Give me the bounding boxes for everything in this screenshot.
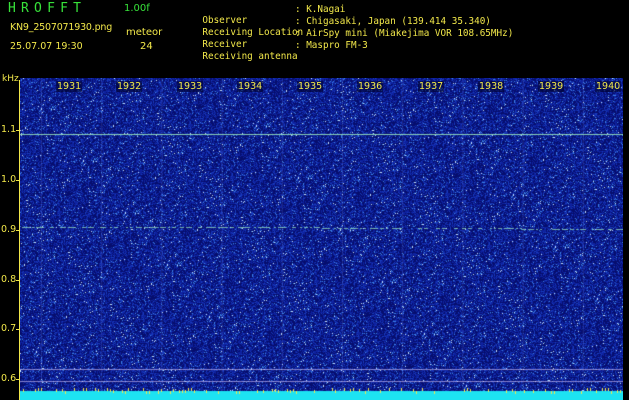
time-tick-label: 1936 xyxy=(357,81,384,92)
y-tick xyxy=(16,329,20,330)
y-tick-label: 0.6 xyxy=(1,373,17,384)
y-tick xyxy=(16,379,20,380)
header-panel: HROFFT 1.00f KN9_2507071930.png meteor 2… xyxy=(0,0,629,78)
y-tick xyxy=(16,130,20,131)
y-tick-label: 1.1 xyxy=(1,124,17,135)
spectrogram-noise xyxy=(20,78,623,400)
time-tick-label: 1932 xyxy=(116,81,143,92)
y-tick xyxy=(16,280,20,281)
time-tick-label: 1939 xyxy=(538,81,565,92)
time-tick-label: 1937 xyxy=(418,81,445,92)
time-tick-label: 1935 xyxy=(297,81,324,92)
spectrogram-plot xyxy=(20,78,623,400)
info-value: : Chigasaki, Japan (139.414 35.340) xyxy=(295,16,491,27)
filename-label: KN9_2507071930.png xyxy=(10,22,113,33)
info-value: : K.Nagai xyxy=(295,4,346,15)
time-tick-label: 1934 xyxy=(237,81,264,92)
y-tick-label: 0.8 xyxy=(1,274,17,285)
y-tick xyxy=(16,230,20,231)
time-tick-label: 1931 xyxy=(56,81,83,92)
y-axis-unit: kHz xyxy=(2,74,19,84)
meteor-label: meteor xyxy=(126,27,163,38)
time-tick-label: 1940 xyxy=(595,81,622,92)
info-value: : Maspro FM-3 xyxy=(295,40,368,51)
y-tick-label: 0.7 xyxy=(1,323,17,334)
timestamp-label: 25.07.07 19:30 xyxy=(10,41,83,52)
y-tick-label: 0.9 xyxy=(1,224,17,235)
info-label: Receiving antenna xyxy=(202,51,298,62)
y-tick xyxy=(16,180,20,181)
version-label: 1.00f xyxy=(124,3,150,14)
time-tick-label: 1938 xyxy=(478,81,505,92)
time-tick-label: 1933 xyxy=(177,81,204,92)
app-name: HROFFT xyxy=(8,1,87,16)
y-axis-line xyxy=(19,80,20,400)
y-tick-label: 1.0 xyxy=(1,174,17,185)
info-value: : AirSpy mini (Miakejima VOR 108.65MHz) xyxy=(295,28,514,39)
meteor-count: 24 xyxy=(140,41,153,52)
